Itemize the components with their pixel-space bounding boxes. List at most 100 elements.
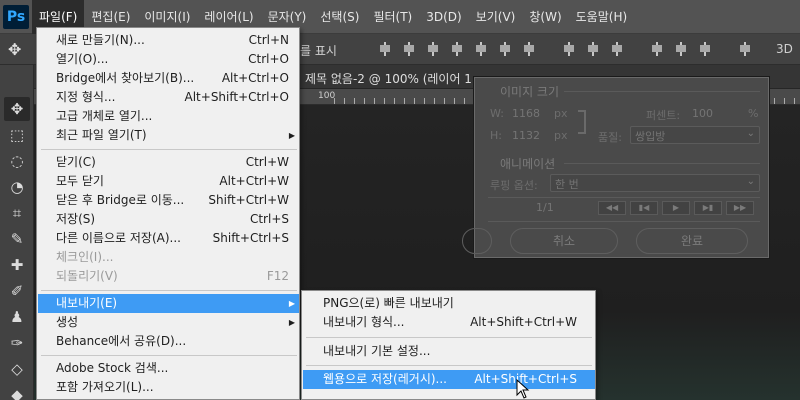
width-unit: px	[554, 107, 568, 120]
file-menu-dropdown: 새로 만들기(N)... Ctrl+N 열기(O)... Ctrl+O Bridge…	[36, 27, 300, 400]
distribute-top-icon[interactable]	[562, 42, 576, 56]
file-browse-bridge[interactable]: Bridge에서 찾아보기(B)... Alt+Ctrl+O	[38, 69, 299, 88]
menu-filter[interactable]: 필터(T)	[366, 0, 419, 34]
file-save-as[interactable]: 다른 이름으로 저장(A)... Shift+Ctrl+S	[38, 229, 299, 248]
file-check-in: 체크인(I)...	[38, 248, 299, 267]
file-browse-bridge-label: Bridge에서 찾아보기(B)...	[56, 71, 195, 85]
mouse-pointer-icon	[516, 379, 530, 399]
file-open-recent[interactable]: 최근 파일 열기(T) ▶	[38, 126, 299, 145]
percent-value[interactable]: 100	[692, 107, 713, 120]
align-top-icon[interactable]	[378, 42, 392, 56]
menu-select[interactable]: 선택(S)	[313, 0, 366, 34]
menu-separator	[41, 355, 297, 356]
export-preferences[interactable]: 내보내기 기본 설정...	[303, 342, 595, 361]
file-open-as[interactable]: 지정 형식... Alt+Shift+Ctrl+O	[38, 88, 299, 107]
export-save-for-web[interactable]: 웹용으로 저장(레거시)... Alt+Shift+Ctrl+S	[303, 370, 595, 389]
align-right-icon[interactable]	[498, 42, 512, 56]
lasso-tool-icon[interactable]: ◌	[4, 149, 30, 173]
section-divider	[564, 163, 760, 164]
last-frame-icon[interactable]: ▶▶	[726, 201, 754, 215]
export-preferences-label: 내보내기 기본 설정...	[323, 344, 431, 358]
extra-button[interactable]	[462, 228, 492, 254]
file-share-behance-label: Behance에서 공유(D)...	[56, 334, 187, 348]
done-button[interactable]: 완료	[636, 228, 748, 254]
file-open[interactable]: 열기(O)... Ctrl+O	[38, 50, 299, 69]
file-place-embedded[interactable]: 포함 가져오기(L)...	[38, 378, 299, 397]
file-revert: 되돌리기(V) F12	[38, 267, 299, 286]
menu-separator	[306, 337, 592, 338]
file-export-label: 내보내기(E)	[56, 296, 118, 310]
clone-stamp-tool-icon[interactable]: ♟	[4, 305, 30, 329]
crop-tool-icon[interactable]: ⌗	[4, 201, 30, 225]
menu-view[interactable]: 보기(V)	[469, 0, 523, 34]
export-quick-png[interactable]: PNG으(로) 빠른 내보내기	[303, 294, 595, 313]
align-vcenter-icon[interactable]	[402, 42, 416, 56]
distribute-vcenter-icon[interactable]	[586, 42, 600, 56]
distribute-hcenter-icon[interactable]	[674, 42, 688, 56]
percent-label: 퍼센트:	[646, 109, 681, 122]
play-icon[interactable]: ▶	[662, 201, 690, 215]
eyedropper-tool-icon[interactable]: ✎	[4, 227, 30, 251]
paint-bucket-tool-icon[interactable]: ◆	[4, 383, 30, 400]
chevron-down-icon: ⌄	[746, 176, 755, 187]
file-close[interactable]: 닫기(C) Ctrl+W	[38, 153, 299, 172]
constrain-link-icon[interactable]	[578, 110, 586, 134]
show-transform-label[interactable]: 를 표시	[300, 42, 337, 59]
file-generate[interactable]: 생성 ▶	[38, 313, 299, 332]
prev-frame-icon[interactable]: ▮◀	[630, 201, 658, 215]
quick-select-tool-icon[interactable]: ◔	[4, 175, 30, 199]
file-open-as-label: 지정 형식...	[56, 90, 116, 104]
height-unit: px	[554, 129, 568, 142]
file-close-go-bridge[interactable]: 닫은 후 Bridge로 이동... Shift+Ctrl+W	[38, 191, 299, 210]
file-open-recent-label: 최근 파일 열기(T)	[56, 128, 147, 142]
quality-select[interactable]: 쌍입방 ⌄	[630, 126, 760, 144]
percent-unit: %	[748, 107, 759, 120]
file-close-go-bridge-label: 닫은 후 Bridge로 이동...	[56, 193, 185, 207]
file-search-adobe-stock-label: Adobe Stock 검색...	[56, 361, 169, 375]
first-frame-icon[interactable]: ◀◀	[598, 201, 626, 215]
submenu-arrow-icon: ▶	[288, 318, 295, 327]
cancel-button[interactable]: 취소	[510, 228, 618, 254]
file-export[interactable]: 내보내기(E) ▶	[38, 294, 299, 313]
file-close-all[interactable]: 모두 닫기 Alt+Ctrl+W	[38, 172, 299, 191]
history-brush-tool-icon[interactable]: ✑	[4, 331, 30, 355]
marquee-tool-icon[interactable]: ⬚	[4, 123, 30, 147]
file-place-embedded-label: 포함 가져오기(L)...	[56, 380, 154, 394]
move-tool-icon[interactable]: ✥	[8, 40, 21, 59]
distribute-bottom-icon[interactable]	[610, 42, 624, 56]
auto-align-icon[interactable]	[738, 42, 752, 56]
menu-3d[interactable]: 3D(D)	[419, 0, 468, 34]
width-value[interactable]: 1168	[512, 107, 540, 120]
brush-tool-icon[interactable]: ✐	[4, 279, 30, 303]
distribute-left-icon[interactable]	[650, 42, 664, 56]
file-close-go-bridge-shortcut: Shift+Ctrl+W	[208, 193, 289, 207]
menu-help[interactable]: 도움말(H)	[569, 0, 635, 34]
align-left-icon[interactable]	[450, 42, 464, 56]
align-extra-icon[interactable]	[522, 42, 536, 56]
file-share-behance[interactable]: Behance에서 공유(D)...	[38, 332, 299, 351]
file-open-smart-object[interactable]: 고급 개체로 열기...	[38, 107, 299, 126]
file-revert-shortcut: F12	[266, 269, 289, 283]
height-value[interactable]: 1132	[512, 129, 540, 142]
file-save-label: 저장(S)	[56, 212, 96, 226]
quality-value: 쌍입방	[635, 130, 666, 143]
export-as[interactable]: 내보내기 형식... Alt+Shift+Ctrl+W	[303, 313, 595, 332]
healing-brush-tool-icon[interactable]: ✚	[4, 253, 30, 277]
next-frame-icon[interactable]: ▶▮	[694, 201, 722, 215]
file-open-smart-object-label: 고급 개체로 열기...	[56, 109, 153, 123]
file-search-adobe-stock[interactable]: Adobe Stock 검색...	[38, 359, 299, 378]
menu-separator	[41, 149, 297, 150]
distribute-right-icon[interactable]	[698, 42, 712, 56]
eraser-tool-icon[interactable]: ◇	[4, 357, 30, 381]
loop-select[interactable]: 한 번 ⌄	[550, 174, 760, 192]
file-save[interactable]: 저장(S) Ctrl+S	[38, 210, 299, 229]
file-save-shortcut: Ctrl+S	[249, 212, 289, 226]
file-new[interactable]: 새로 만들기(N)... Ctrl+N	[38, 31, 299, 50]
section-divider	[564, 91, 760, 92]
move-tool-icon[interactable]: ✥	[4, 97, 30, 121]
width-label: W:	[490, 107, 504, 120]
align-hcenter-icon[interactable]	[474, 42, 488, 56]
align-bottom-icon[interactable]	[426, 42, 440, 56]
playback-divider	[488, 197, 760, 198]
menu-window[interactable]: 창(W)	[522, 0, 568, 34]
